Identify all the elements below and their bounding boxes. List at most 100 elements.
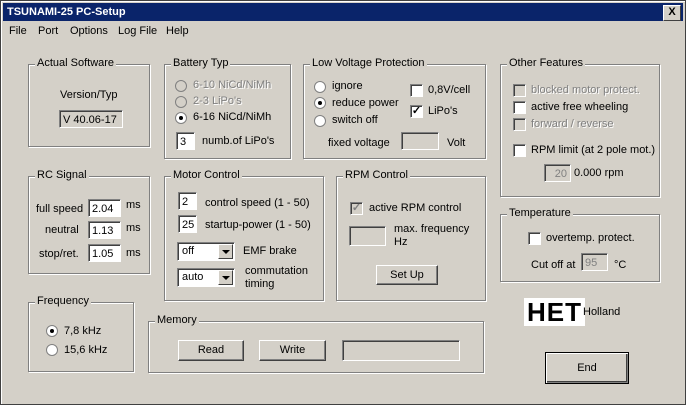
full-speed-field[interactable]: 2.04 — [88, 199, 121, 217]
menu-port[interactable]: Port — [38, 25, 58, 37]
battery-option-2-radio — [175, 96, 187, 108]
menu-log-file[interactable]: Log File — [118, 25, 157, 37]
memory-legend: Memory — [155, 314, 199, 326]
lv-ignore-radio[interactable] — [314, 81, 326, 93]
emf-brake-dropdown-icon[interactable] — [218, 244, 233, 259]
neutral-unit: ms — [126, 222, 141, 234]
active-rpm-label: active RPM control — [369, 202, 462, 214]
window-title: TSUNAMI-25 PC-Setup — [7, 6, 126, 18]
max-frequency-field — [349, 226, 386, 246]
rpm-control-legend: RPM Control — [343, 169, 410, 181]
max-frequency-label: max. frequency Hz — [394, 223, 470, 248]
blocked-motor-label: blocked motor protect. — [531, 84, 640, 96]
battery-option-2-label: 2-3 LiPo's — [193, 95, 242, 107]
forward-reverse-label: forward / reverse — [531, 118, 614, 130]
lipo-count-field[interactable]: 3 — [176, 132, 195, 150]
overtemp-checkbox[interactable] — [528, 232, 541, 245]
setup-button[interactable]: Set Up — [376, 265, 438, 285]
freq-15-6-radio[interactable] — [46, 344, 58, 356]
rpm-limit-value: 0.000 rpm — [574, 167, 624, 179]
battery-typ-legend: Battery Typ — [171, 57, 231, 69]
neutral-label: neutral — [45, 224, 79, 236]
lv-reduce-power-label: reduce power — [332, 97, 399, 109]
commutation-value: auto — [182, 271, 204, 283]
rpm-limit-field: 20 — [544, 164, 571, 182]
free-wheeling-checkbox[interactable] — [513, 101, 526, 114]
cutoff-field: 95 — [581, 253, 608, 271]
main-window: TSUNAMI-25 PC-Setup X File Port Options … — [0, 0, 686, 405]
motor-control-group: Motor Control 2 control speed (1 - 50) 2… — [164, 169, 324, 301]
temperature-group: Temperature overtemp. protect. Cut off a… — [500, 207, 660, 282]
overtemp-label: overtemp. protect. — [546, 232, 635, 244]
rpm-limit-label: RPM limit (at 2 pole mot.) — [531, 144, 656, 156]
full-speed-label: full speed — [36, 203, 84, 215]
cutoff-unit: °C — [614, 259, 627, 271]
emf-brake-select[interactable]: off — [177, 242, 235, 261]
frequency-legend: Frequency — [35, 295, 91, 307]
lipo-count-label: numb.of LiPo's — [202, 135, 275, 147]
lv-reduce-power-radio[interactable] — [314, 97, 326, 109]
control-speed-label: control speed (1 - 50) — [205, 197, 310, 209]
startup-power-label: startup-power (1 - 50) — [205, 219, 311, 231]
freq-7-8-label: 7,8 kHz — [64, 325, 102, 337]
rc-signal-legend: RC Signal — [35, 169, 89, 181]
commutation-dropdown-icon[interactable] — [218, 270, 233, 285]
lv-ignore-label: ignore — [332, 80, 363, 92]
stop-ret-unit: ms — [126, 247, 141, 259]
lv-switch-off-radio[interactable] — [314, 115, 326, 127]
full-speed-unit: ms — [126, 199, 141, 211]
rpm-limit-checkbox[interactable] — [513, 144, 526, 157]
memory-status-field — [342, 340, 460, 361]
het-logo: HET — [524, 298, 585, 326]
cutoff-label: Cut off at — [531, 259, 576, 271]
battery-option-3-label: 6-16 NiCd/NiMh — [193, 111, 272, 123]
neutral-field[interactable]: 1.13 — [88, 221, 121, 239]
lipo-label: LiPo's — [428, 105, 458, 117]
lv-switch-off-label: switch off — [332, 114, 378, 126]
free-wheeling-label: active free wheeling — [531, 101, 629, 113]
active-rpm-checkbox: ✓ — [350, 202, 363, 215]
brand-country: Holland — [583, 306, 621, 318]
lipo-checkbox[interactable]: ✓ — [410, 105, 423, 118]
stop-ret-field[interactable]: 1.05 — [88, 244, 121, 262]
battery-option-1-label: 6-10 NiCd/NiMh — [193, 79, 272, 91]
freq-7-8-radio[interactable] — [46, 325, 58, 337]
commutation-select[interactable]: auto — [177, 268, 235, 287]
blocked-motor-checkbox — [513, 84, 526, 97]
menu-bar: File Port Options Log File Help — [3, 23, 683, 41]
menu-help[interactable]: Help — [166, 25, 189, 37]
rpm-control-group: RPM Control ✓ active RPM control max. fr… — [336, 169, 486, 301]
cell-checkbox[interactable] — [410, 84, 423, 97]
read-button[interactable]: Read — [178, 340, 244, 361]
battery-option-1-radio — [175, 80, 187, 92]
rc-signal-group: RC Signal full speed 2.04 ms neutral 1.1… — [28, 169, 150, 274]
battery-typ-group: Battery Typ 6-10 NiCd/NiMh 2-3 LiPo's 6-… — [164, 57, 291, 159]
other-features-legend: Other Features — [507, 57, 585, 69]
actual-software-group: Actual Software Version/Typ V 40.06-17 — [28, 57, 150, 147]
low-voltage-group: Low Voltage Protection ignore reduce pow… — [303, 57, 486, 159]
startup-power-field[interactable]: 25 — [178, 215, 197, 233]
fixed-voltage-label: fixed voltage — [328, 137, 390, 149]
menu-file[interactable]: File — [9, 25, 27, 37]
actual-software-legend: Actual Software — [35, 57, 117, 69]
emf-brake-label: EMF brake — [243, 245, 297, 257]
stop-ret-label: stop/ret. — [39, 248, 79, 260]
fixed-voltage-unit: Volt — [447, 137, 466, 149]
cell-label: 0,8V/cell — [428, 84, 471, 96]
other-features-group: Other Features blocked motor protect. ac… — [500, 57, 660, 197]
frequency-group: Frequency 7,8 kHz 15,6 kHz — [28, 295, 134, 372]
control-speed-field[interactable]: 2 — [178, 192, 197, 210]
write-button[interactable]: Write — [259, 340, 326, 361]
end-button[interactable]: End — [545, 352, 629, 384]
menu-options[interactable]: Options — [70, 25, 108, 37]
title-bar: TSUNAMI-25 PC-Setup X — [3, 3, 683, 21]
motor-control-legend: Motor Control — [171, 169, 242, 181]
low-voltage-legend: Low Voltage Protection — [310, 57, 427, 69]
version-label: Version/Typ — [60, 89, 118, 101]
temperature-legend: Temperature — [507, 207, 573, 219]
memory-group: Memory Read Write — [148, 314, 484, 373]
fixed-voltage-field — [401, 132, 439, 150]
battery-option-3-radio[interactable] — [175, 112, 187, 124]
version-field: V 40.06-17 — [59, 110, 123, 128]
close-button[interactable]: X — [663, 5, 681, 21]
